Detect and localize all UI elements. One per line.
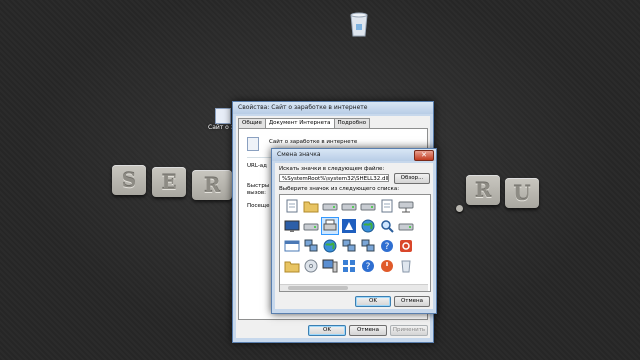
icon-list-label: Выберите значок из следующего списка: [279, 186, 400, 192]
monitor-icon[interactable] [284, 218, 300, 234]
drive-icon[interactable] [303, 218, 319, 234]
logo-dot [456, 205, 463, 212]
change-icon-title: Смена значка [277, 151, 321, 158]
logo-tile-s: S [112, 165, 146, 195]
ok-button[interactable]: OK [355, 296, 391, 307]
network-icon[interactable] [360, 238, 376, 254]
computer-icon[interactable] [322, 258, 338, 274]
folder-icon[interactable] [303, 198, 319, 214]
browse-button[interactable]: Обзор... [394, 173, 430, 184]
apply-button[interactable]: Применить [390, 325, 428, 336]
icon-list[interactable]: ?? [279, 194, 431, 292]
internet-shortcut-icon [215, 108, 231, 124]
globe-icon[interactable] [322, 238, 338, 254]
folder-icon[interactable] [284, 258, 300, 274]
shutdown-icon[interactable] [398, 238, 414, 254]
shortcut-name: Сайт о заработке в интернете [269, 139, 358, 145]
cd-icon[interactable] [303, 258, 319, 274]
tab-general[interactable]: Общие [238, 118, 266, 128]
drive-icon[interactable] [322, 198, 338, 214]
logo-tile-r: R [192, 170, 232, 200]
icon-grid: ?? [284, 198, 415, 275]
recycle-icon[interactable] [398, 258, 414, 274]
network-icon[interactable] [341, 238, 357, 254]
cancel-button[interactable]: Отмена [349, 325, 387, 336]
shortcut-icon[interactable] [341, 218, 357, 234]
close-button[interactable]: ✕ [414, 150, 434, 161]
document-icon[interactable] [284, 198, 300, 214]
network-icon[interactable] [303, 238, 319, 254]
help-icon[interactable]: ? [360, 258, 376, 274]
svg-text:?: ? [366, 262, 371, 272]
globe-icon[interactable] [360, 218, 376, 234]
hotkey-label: Быстры вызов: [247, 183, 270, 196]
search-icon[interactable] [379, 218, 395, 234]
file-path-input[interactable]: %SystemRoot%\system32\SHELL32.dll [279, 174, 389, 182]
grid-icon[interactable] [341, 258, 357, 274]
change-icon-titlebar[interactable]: Смена значка ✕ [272, 149, 436, 161]
cancel-button[interactable]: Отмена [394, 296, 430, 307]
url-label: URL-ад [247, 163, 267, 169]
change-icon-dialog: Смена значка ✕ Искать значки в следующем… [271, 148, 437, 314]
network-drive-icon[interactable] [398, 198, 414, 214]
close-icon: ✕ [421, 151, 427, 159]
horizontal-scrollbar[interactable] [280, 284, 428, 291]
recycle-bin-icon[interactable] [348, 12, 370, 38]
file-label: Искать значки в следующем файле: [279, 166, 385, 172]
logo-tile-u: U [505, 178, 539, 208]
logo-tile-r2: R [466, 175, 500, 205]
document-icon[interactable] [379, 198, 395, 214]
tab-details[interactable]: Подробно [333, 118, 371, 128]
properties-titlebar[interactable]: Свойства: Сайт о заработке в интернете [233, 102, 433, 114]
window-icon[interactable] [284, 238, 300, 254]
svg-text:?: ? [385, 242, 390, 252]
internet-shortcut-icon [247, 137, 259, 151]
help-icon[interactable]: ? [379, 238, 395, 254]
logo-tile-e: E [152, 167, 186, 197]
ok-button[interactable]: OK [308, 325, 346, 336]
change-icon-panel: Искать значки в следующем файле: %System… [275, 163, 433, 309]
scrollbar-thumb[interactable] [288, 286, 348, 290]
drive-icon[interactable] [398, 218, 414, 234]
visits-label: Посеще [247, 203, 270, 209]
drive-icon[interactable] [360, 198, 376, 214]
properties-title: Свойства: Сайт о заработке в интернете [238, 104, 368, 111]
printer-icon[interactable] [321, 217, 339, 235]
properties-tabs: Общие Документ Интернета Подробно [238, 118, 371, 129]
power-icon[interactable] [379, 258, 395, 274]
drive-icon[interactable] [341, 198, 357, 214]
